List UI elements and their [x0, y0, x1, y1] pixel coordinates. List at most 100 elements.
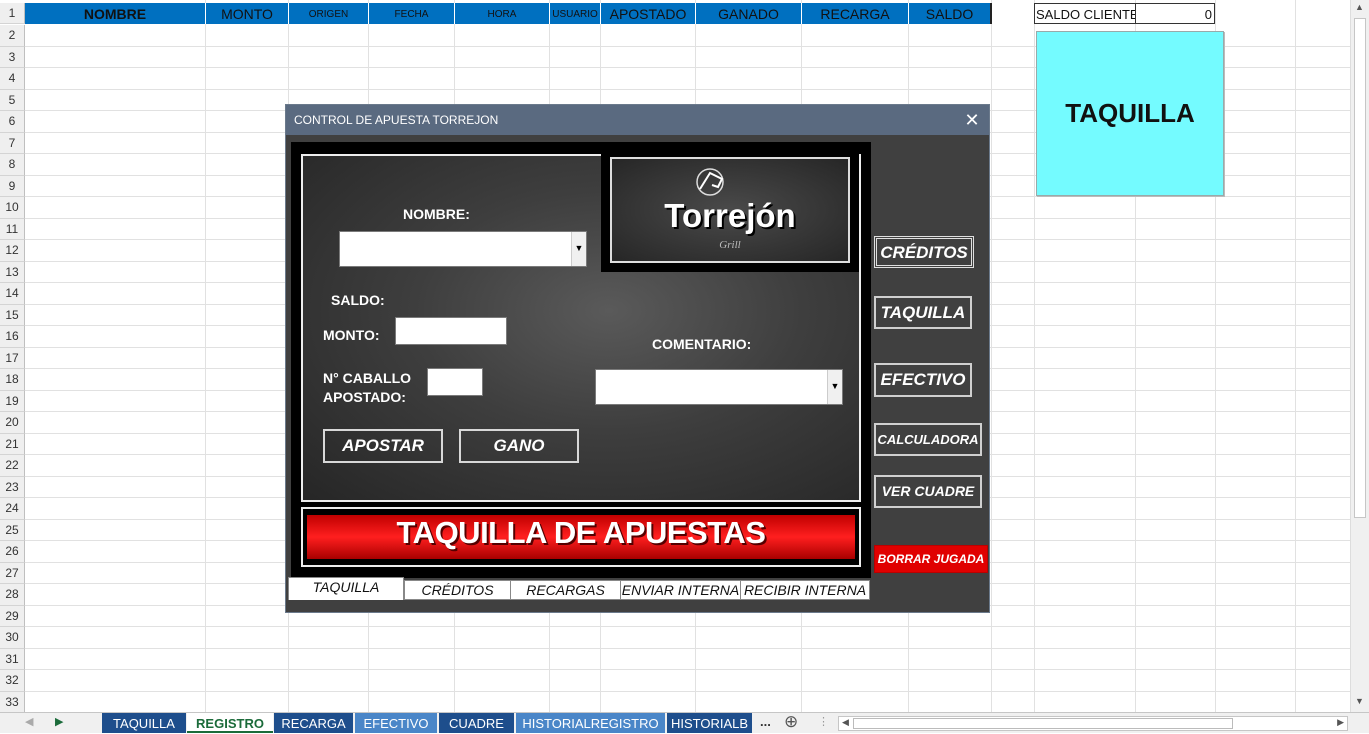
nombre-label: NOMBRE: [403, 206, 470, 222]
row-number[interactable]: 22 [0, 455, 25, 477]
tab-creditos[interactable]: CRÉDITOS [404, 580, 511, 600]
sheet-tab-efectivo[interactable]: EFECTIVO [355, 713, 437, 733]
column-header-fecha[interactable]: FECHA [369, 3, 455, 24]
vertical-scroll-thumb[interactable] [1354, 18, 1366, 518]
row-number[interactable]: 10 [0, 197, 25, 219]
sheet-tab-recarga[interactable]: RECARGA [274, 713, 353, 733]
taquilla-button[interactable]: TAQUILLA [874, 296, 972, 329]
row-number[interactable]: 28 [0, 584, 25, 606]
more-sheets-ellipsis[interactable]: ... [760, 714, 771, 729]
row-number[interactable]: 30 [0, 627, 25, 649]
monto-input[interactable] [395, 317, 507, 345]
creditos-button[interactable]: CRÉDITOS [874, 236, 974, 268]
caballo-label-line1: N° CABALLO [323, 370, 412, 386]
sheet-tab-bar: ◀ ▶ TAQUILLA REGISTRO RECARGA EFECTIVO C… [0, 712, 1369, 733]
row-number[interactable]: 31 [0, 648, 25, 670]
chevron-down-icon[interactable]: ▼ [827, 370, 842, 404]
row-number[interactable]: 18 [0, 369, 25, 391]
row-number[interactable]: 20 [0, 412, 25, 434]
horizontal-scrollbar[interactable]: ◀ ▶ [838, 716, 1348, 731]
row-number[interactable]: 19 [0, 390, 25, 412]
tab-enviar-interna[interactable]: ENVIAR INTERNA [620, 580, 741, 600]
tab-splitter-handle[interactable]: ⋮ [818, 715, 829, 728]
row-number[interactable]: 6 [0, 111, 25, 133]
saldo-clientes-value[interactable]: 0 [1135, 3, 1215, 24]
tab-recargas[interactable]: RECARGAS [510, 580, 621, 600]
borrar-jugada-button[interactable]: BORRAR JUGADA [874, 545, 988, 573]
nombre-combobox[interactable]: ▼ [339, 231, 587, 267]
close-icon[interactable]: ✕ [961, 108, 983, 132]
row-number[interactable]: 24 [0, 498, 25, 520]
column-header-nombre[interactable]: NOMBRE [25, 3, 206, 24]
efectivo-button[interactable]: EFECTIVO [874, 363, 972, 397]
grid-column-line [205, 0, 206, 712]
taquilla-shape-button[interactable]: TAQUILLA [1036, 31, 1224, 196]
dialog-tab-strip: TAQUILLA CRÉDITOS RECARGAS ENVIAR INTERN… [288, 577, 870, 602]
scroll-up-icon[interactable]: ▲ [1355, 2, 1364, 12]
grid-row[interactable] [25, 649, 1350, 670]
horse-icon [696, 168, 724, 196]
calculadora-button[interactable]: CALCULADORA [874, 423, 982, 456]
column-header-apostado[interactable]: APOSTADO [601, 3, 696, 24]
row-number[interactable]: 9 [0, 175, 25, 197]
column-header-ganado[interactable]: GANADO [696, 3, 802, 24]
bet-board: NOMBRE: ▼ SALDO: MONTO: N° CABALLO APOST… [291, 142, 871, 578]
row-number[interactable]: 25 [0, 519, 25, 541]
column-header-hora[interactable]: HORA [455, 3, 550, 24]
row-number[interactable]: 2 [0, 25, 25, 47]
row-number[interactable]: 12 [0, 240, 25, 262]
row-number[interactable]: 17 [0, 347, 25, 369]
sheet-tab-historialb[interactable]: HISTORIALB [667, 713, 752, 733]
ver-cuadre-button[interactable]: VER CUADRE [874, 475, 982, 508]
row-number[interactable]: 21 [0, 433, 25, 455]
row-number[interactable]: 33 [0, 691, 25, 712]
sheet-tab-taquilla[interactable]: TAQUILLA [102, 713, 186, 733]
column-header-origen[interactable]: ORIGEN [289, 3, 369, 24]
row-number[interactable]: 27 [0, 562, 25, 584]
column-header-usuario[interactable]: USUARIO [550, 3, 601, 24]
add-sheet-icon[interactable]: ⊕ [784, 712, 798, 732]
scroll-right-icon[interactable]: ▶ [1337, 717, 1344, 728]
sheet-tab-registro[interactable]: REGISTRO [187, 713, 273, 733]
row-number[interactable]: 1 [0, 3, 25, 24]
row-number[interactable]: 3 [0, 46, 25, 68]
row-number[interactable]: 11 [0, 218, 25, 240]
row-number[interactable]: 32 [0, 670, 25, 692]
sheet-tab-cuadre[interactable]: CUADRE [439, 713, 514, 733]
comentario-combobox[interactable]: ▼ [595, 369, 843, 405]
row-number[interactable]: 15 [0, 304, 25, 326]
chevron-down-icon[interactable]: ▼ [571, 232, 586, 266]
row-number[interactable]: 5 [0, 89, 25, 111]
sheet-tab-historialregistro[interactable]: HISTORIALREGISTRO [516, 713, 665, 733]
saldo-clientes-label[interactable]: SALDO CLIENTES [1034, 3, 1135, 24]
tab-recibir-interna[interactable]: RECIBIR INTERNA [740, 580, 870, 600]
grid-column-line [991, 0, 992, 712]
tab-taquilla[interactable]: TAQUILLA [288, 577, 404, 600]
row-number[interactable]: 16 [0, 326, 25, 348]
vertical-scrollbar[interactable]: ▲ ▼ [1350, 0, 1369, 712]
row-number[interactable]: 14 [0, 283, 25, 305]
torrejon-logo: Torrejón Grill [601, 148, 859, 272]
scroll-down-icon[interactable]: ▼ [1355, 696, 1364, 706]
grid-row[interactable] [25, 627, 1350, 649]
caballo-input[interactable] [427, 368, 483, 396]
horizontal-scroll-thumb[interactable] [853, 718, 1233, 729]
row-number[interactable]: 29 [0, 605, 25, 627]
row-number[interactable]: 23 [0, 476, 25, 498]
column-header-recarga[interactable]: RECARGA [802, 3, 909, 24]
row-number[interactable]: 26 [0, 541, 25, 563]
row-number[interactable]: 4 [0, 68, 25, 90]
row-number[interactable]: 7 [0, 132, 25, 154]
column-header-monto[interactable]: MONTO [206, 3, 289, 24]
row-number[interactable]: 13 [0, 261, 25, 283]
grid-column-line [1034, 0, 1035, 712]
scroll-right-icon[interactable]: ▶ [55, 715, 63, 728]
row-number[interactable]: 8 [0, 154, 25, 176]
scroll-left-icon[interactable]: ◀ [25, 715, 33, 728]
apostar-button[interactable]: APOSTAR [323, 429, 443, 463]
grid-row[interactable] [25, 692, 1350, 713]
gano-button[interactable]: GANO [459, 429, 579, 463]
scroll-left-icon[interactable]: ◀ [842, 717, 849, 728]
grid-row[interactable] [25, 670, 1350, 692]
column-header-saldo[interactable]: SALDO [909, 3, 992, 24]
